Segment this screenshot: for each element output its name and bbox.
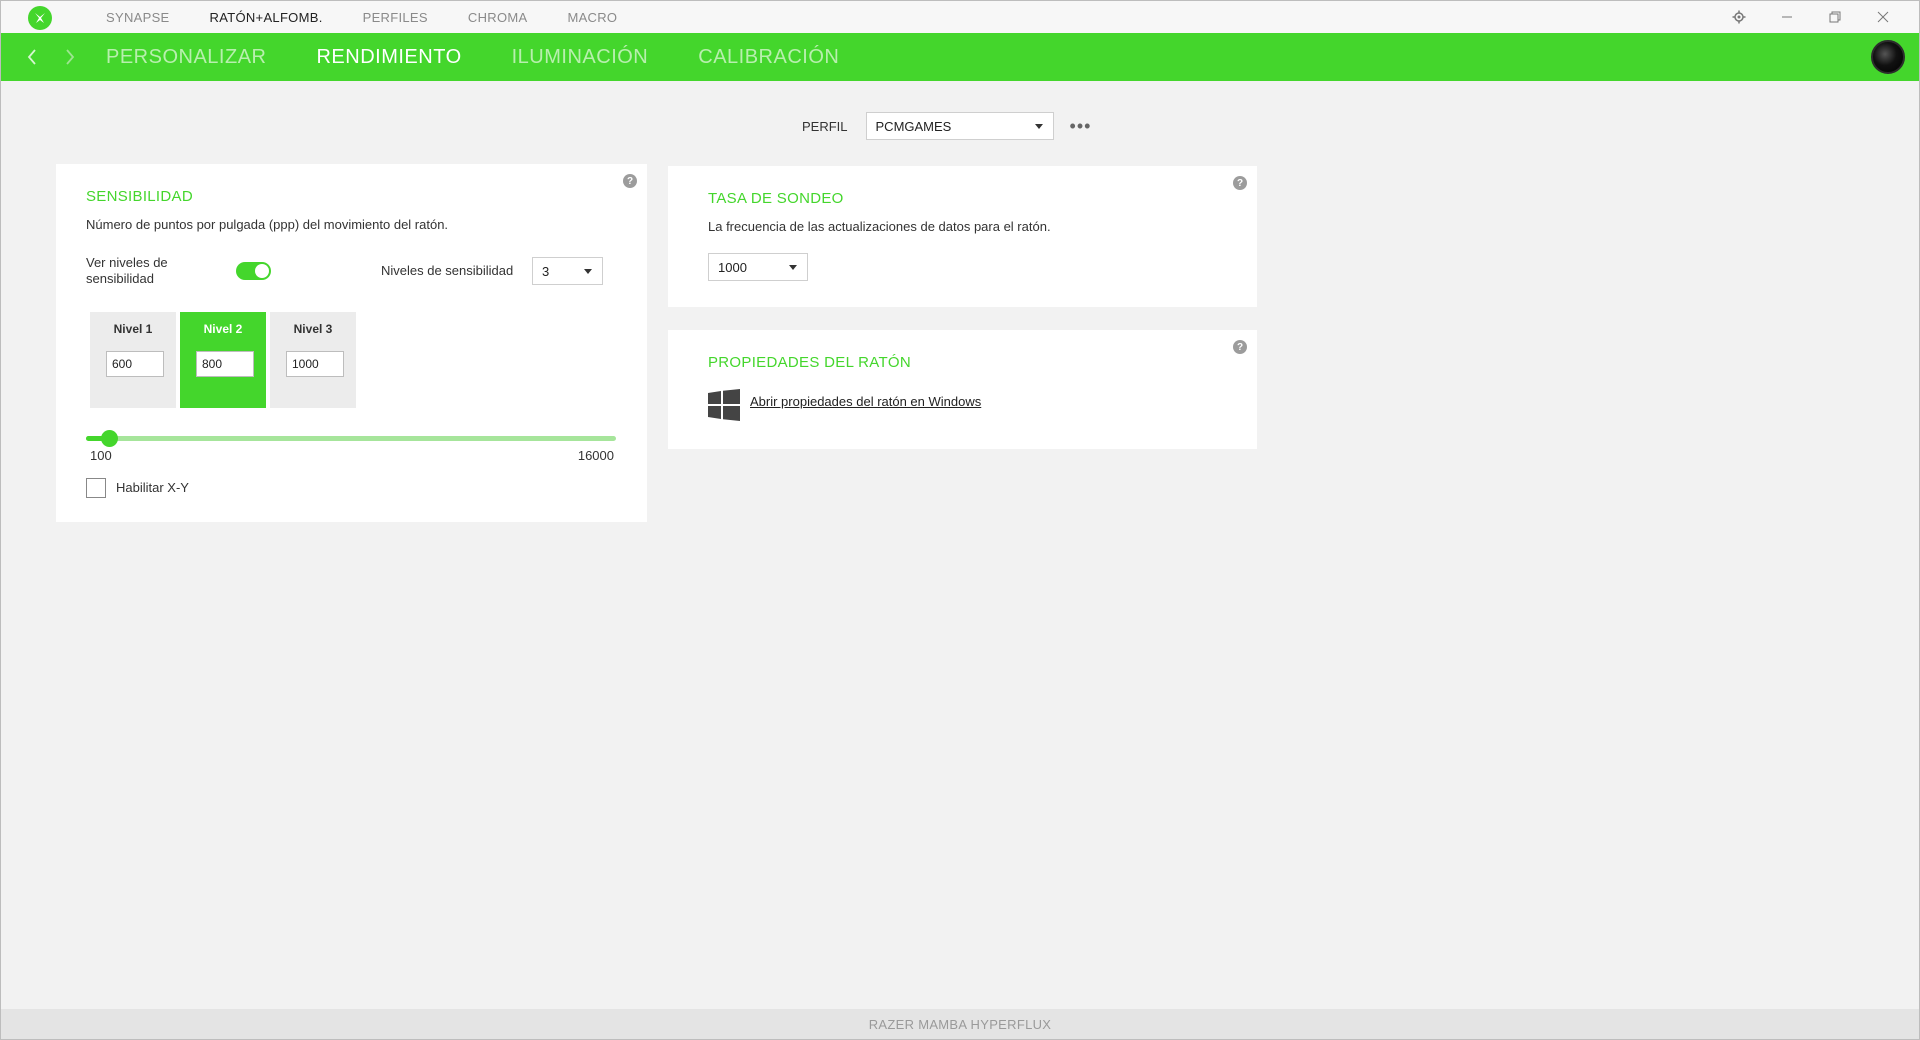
topnav-mouse-mat[interactable]: RATÓN+ALFOMB. — [210, 10, 323, 25]
topnav-profiles[interactable]: PERFILES — [363, 10, 428, 25]
forward-arrow-icon[interactable] — [51, 33, 89, 81]
polling-rate-title: TASA DE SONDEO — [708, 190, 844, 207]
dpi-slider[interactable] — [86, 430, 616, 447]
razer-logo-icon[interactable] — [28, 6, 52, 30]
show-levels-toggle[interactable] — [236, 262, 271, 280]
device-avatar[interactable] — [1871, 40, 1905, 74]
toggle-knob — [255, 264, 269, 278]
top-nav: SYNAPSE RATÓN+ALFOMB. PERFILES CHROMA MA… — [106, 1, 657, 33]
title-bar: SYNAPSE RATÓN+ALFOMB. PERFILES CHROMA MA… — [1, 1, 1919, 33]
help-icon[interactable]: ? — [1233, 176, 1247, 190]
mouse-properties-title: PROPIEDADES DEL RATÓN — [708, 354, 912, 371]
profile-label: PERFIL — [802, 118, 848, 134]
topnav-chroma[interactable]: CHROMA — [468, 10, 528, 25]
profile-dropdown-value: PCMGAMES — [875, 118, 952, 134]
sub-nav: PERSONALIZAR RENDIMIENTO ILUMINACIÓN CAL… — [1, 33, 1919, 81]
sensitivity-title: SENSIBILIDAD — [86, 188, 193, 205]
restore-icon[interactable] — [1811, 1, 1859, 33]
sensitivity-level-2[interactable]: Nivel 2 — [180, 312, 266, 408]
tab-calibration[interactable]: CALIBRACIÓN — [698, 46, 839, 69]
polling-rate-value: 1000 — [718, 259, 747, 275]
sensitivity-levels-value: 3 — [542, 263, 550, 279]
sensitivity-level-1[interactable]: Nivel 1 — [90, 312, 176, 408]
polling-rate-panel: ? TASA DE SONDEO La frecuencia de las ac… — [668, 166, 1257, 307]
level-3-dpi-input[interactable] — [286, 351, 344, 377]
dpi-slider-max: 16000 — [577, 448, 614, 463]
level-2-dpi-input[interactable] — [196, 351, 254, 377]
level-1-dpi-input[interactable] — [106, 351, 164, 377]
tab-performance[interactable]: RENDIMIENTO — [316, 46, 461, 69]
tab-lighting[interactable]: ILUMINACIÓN — [512, 46, 649, 69]
sensitivity-levels-label: Niveles de sensibilidad — [381, 263, 514, 278]
chevron-down-icon — [584, 269, 592, 274]
dpi-slider-thumb[interactable] — [101, 430, 119, 447]
profile-dropdown[interactable]: PCMGAMES — [865, 112, 1054, 140]
close-icon[interactable] — [1859, 1, 1907, 33]
topnav-macro[interactable]: MACRO — [567, 10, 617, 25]
sensitivity-levels-dropdown[interactable]: 3 — [532, 257, 603, 285]
history-arrows — [13, 33, 89, 81]
enable-xy-checkbox[interactable] — [86, 478, 106, 498]
sensitivity-description: Número de puntos por pulgada (ppp) del m… — [86, 217, 449, 232]
polling-rate-dropdown[interactable]: 1000 — [708, 253, 808, 281]
windows-logo-icon — [708, 389, 740, 426]
more-options-icon[interactable]: ••• — [1070, 117, 1092, 135]
minimize-icon[interactable] — [1763, 1, 1811, 33]
back-arrow-icon[interactable] — [13, 33, 51, 81]
device-footer: RAZER MAMBA HYPERFLUX — [1, 1009, 1919, 1039]
chevron-down-icon — [789, 265, 797, 270]
synapse-window: SYNAPSE RATÓN+ALFOMB. PERFILES CHROMA MA… — [0, 0, 1920, 1040]
show-levels-label: Ver niveles de sensibilidad — [86, 255, 168, 286]
profile-selector-row: PERFIL PCMGAMES ••• — [802, 112, 1091, 140]
sensitivity-panel: ? SENSIBILIDAD Número de puntos por pulg… — [56, 164, 647, 522]
dpi-slider-min: 100 — [90, 448, 112, 463]
polling-rate-description: La frecuencia de las actualizaciones de … — [708, 219, 1051, 234]
section-tabs: PERSONALIZAR RENDIMIENTO ILUMINACIÓN CAL… — [106, 33, 889, 81]
settings-gear-icon[interactable] — [1715, 1, 1763, 33]
level-label: Nivel 2 — [203, 322, 243, 336]
enable-xy-label: Habilitar X-Y — [116, 480, 189, 495]
chevron-down-icon — [1034, 124, 1043, 129]
window-controls — [1715, 1, 1907, 33]
topnav-synapse[interactable]: SYNAPSE — [106, 10, 170, 25]
mouse-properties-panel: ? PROPIEDADES DEL RATÓN Abrir propiedade… — [668, 330, 1257, 449]
open-windows-mouse-properties-link[interactable]: Abrir propiedades del ratón en Windows — [750, 394, 981, 409]
level-label: Nivel 3 — [293, 322, 333, 336]
help-icon[interactable]: ? — [623, 174, 637, 188]
device-name: RAZER MAMBA HYPERFLUX — [868, 1016, 1052, 1032]
level-label: Nivel 1 — [113, 322, 153, 336]
sensitivity-level-3[interactable]: Nivel 3 — [270, 312, 356, 408]
help-icon[interactable]: ? — [1233, 340, 1247, 354]
tab-customize[interactable]: PERSONALIZAR — [106, 46, 266, 69]
